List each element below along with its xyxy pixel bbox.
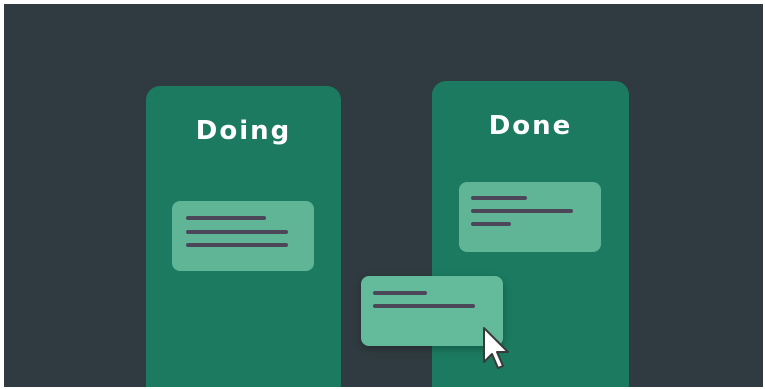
card-text-line [471,209,573,213]
arrow-pointer-icon [483,327,509,369]
card-text-line [471,196,527,200]
kanban-board: Doing Done [4,4,763,387]
card-text-line [373,291,427,295]
card-text-line [471,222,511,226]
card-text-line [373,304,475,308]
task-card-done[interactable] [459,182,601,252]
task-card-doing[interactable] [172,201,314,271]
card-text-line [186,243,288,247]
card-text-line [186,216,266,220]
card-text-line [186,230,288,234]
column-title-doing: Doing [195,116,292,146]
column-title-done: Done [488,111,573,141]
